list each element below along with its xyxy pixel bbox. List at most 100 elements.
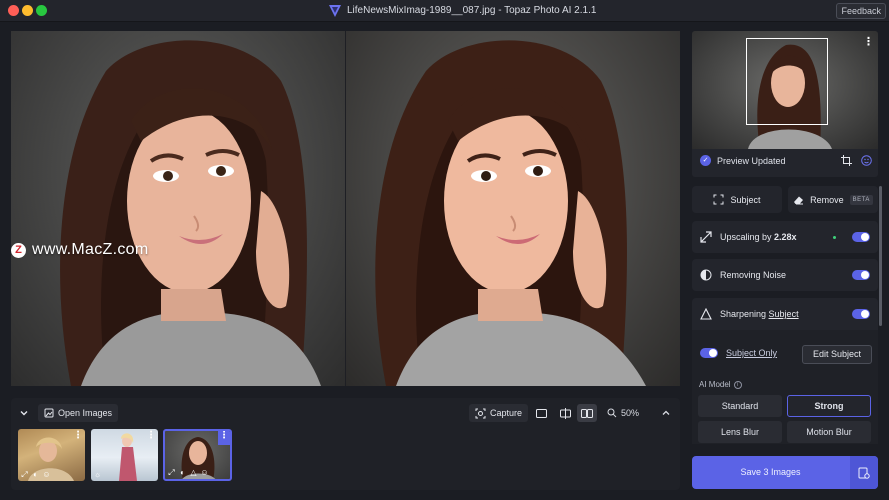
more-vertical-icon[interactable]: ⋮ xyxy=(218,431,230,445)
zoom-menu-button[interactable] xyxy=(657,404,675,422)
chevron-down-icon xyxy=(20,411,28,416)
model-standard-button[interactable]: Standard xyxy=(698,395,782,417)
portrait-original xyxy=(60,40,321,386)
face-detect-icon[interactable] xyxy=(861,155,872,166)
portrait-processed xyxy=(375,40,646,386)
original-image-pane[interactable]: Z www.MacZ.com xyxy=(11,31,345,386)
right-panel: ⋮ ✓ Preview Updated Subject Remove BETA xyxy=(689,31,881,500)
sharpening-settings: Subject Only Edit Subject AI Model i Sta… xyxy=(692,330,878,444)
model-strong-button[interactable]: Strong xyxy=(787,395,871,417)
zoom-level: 50% xyxy=(621,408,640,418)
sharpen-icon xyxy=(700,308,712,320)
sharpen-icon: △ xyxy=(190,468,197,477)
thumbnail[interactable]: ⋮ ☼ xyxy=(91,429,158,481)
active-indicator xyxy=(833,235,836,239)
save-images-button[interactable]: Save 3 Images xyxy=(692,456,849,489)
edit-subject-button[interactable]: Edit Subject xyxy=(802,345,872,364)
subject-label: Subject xyxy=(730,194,761,205)
subject-only-row: Subject Only xyxy=(700,348,777,358)
capture-label: Capture xyxy=(490,408,523,418)
macz-logo-icon: Z xyxy=(11,242,26,258)
watermark: Z www.MacZ.com xyxy=(11,241,149,259)
preview-status-text: Preview Updated xyxy=(717,155,786,166)
side-by-side-icon xyxy=(581,408,593,418)
single-view-button[interactable] xyxy=(531,404,551,422)
navigator-viewport-frame[interactable] xyxy=(746,38,828,125)
chevron-up-icon xyxy=(662,410,670,415)
thumbnail-status-icons: ⤢ ◐ △ ☺ xyxy=(167,468,209,477)
select-subject-button[interactable]: Subject xyxy=(692,186,782,213)
upscaling-factor: 2.28x xyxy=(774,232,797,242)
subject-select-icon xyxy=(713,194,724,205)
model-lens-blur-button[interactable]: Lens Blur xyxy=(698,421,782,443)
check-circle-icon: ✓ xyxy=(700,155,711,166)
ai-model-label: AI Model xyxy=(699,380,731,389)
split-view-button[interactable] xyxy=(555,404,575,422)
zoom-control[interactable]: 50% xyxy=(607,404,639,422)
info-icon[interactable]: i xyxy=(733,380,742,389)
window-title: LifeNewsMixImag-1989__087.jpg - Topaz Ph… xyxy=(347,5,597,16)
side-by-side-view-button[interactable] xyxy=(577,404,597,422)
noise-icon: ◐ xyxy=(180,468,185,477)
model-motion-blur-button[interactable]: Motion Blur xyxy=(787,421,871,443)
upscale-icon: ⤢ xyxy=(168,468,175,477)
image-preview[interactable]: Z www.MacZ.com xyxy=(11,31,680,386)
minimize-window-button[interactable] xyxy=(22,5,33,16)
upscale-icon xyxy=(700,231,712,243)
sharpening-target-link[interactable]: Subject xyxy=(769,309,799,319)
subject-only-toggle[interactable] xyxy=(700,348,718,358)
filmstrip: Open Images Capture 50% ⋮ ⤢ ◐ ☺ ⋮ ☼ ⋮ ⤢ … xyxy=(11,398,680,490)
crop-icon[interactable] xyxy=(841,155,852,166)
remove-noise-toggle[interactable] xyxy=(852,270,870,280)
noise-icon: ◐ xyxy=(33,470,38,479)
noise-icon xyxy=(700,269,712,281)
upscaling-card[interactable]: Upscaling by 2.28x xyxy=(692,221,878,253)
export-settings-button[interactable] xyxy=(850,456,878,489)
open-images-label: Open Images xyxy=(58,408,113,418)
face-icon: ☺ xyxy=(42,470,51,479)
thumbnail-status-icons: ☼ xyxy=(93,470,102,479)
navigator-image[interactable]: ⋮ xyxy=(692,31,878,149)
capture-icon xyxy=(475,408,486,418)
thumbnail-selected[interactable]: ⋮ ⤢ ◐ △ ☺ xyxy=(163,429,232,481)
sharpening-toggle[interactable] xyxy=(852,309,870,319)
ai-model-heading: AI Model i xyxy=(699,380,742,389)
upscale-icon: ⤢ xyxy=(21,470,28,479)
split-view-icon xyxy=(559,407,571,419)
remove-noise-card[interactable]: Removing Noise xyxy=(692,259,878,291)
save-bar: Save 3 Images xyxy=(692,456,878,489)
upscaling-toggle[interactable] xyxy=(852,232,870,242)
preview-status: ✓ Preview Updated xyxy=(700,155,786,166)
beta-badge: BETA xyxy=(849,194,873,205)
processed-image-pane[interactable] xyxy=(346,31,680,386)
remove-label: Remove xyxy=(810,194,844,205)
eraser-icon xyxy=(794,196,804,205)
thumbnail-status-icons: ⤢ ◐ ☺ xyxy=(20,470,51,479)
face-icon: ☺ xyxy=(200,468,209,477)
upscaling-label: Upscaling by 2.28x xyxy=(720,232,797,242)
remove-button[interactable]: Remove BETA xyxy=(788,186,878,213)
image-add-icon xyxy=(44,408,54,418)
navigator: ⋮ ✓ Preview Updated xyxy=(692,31,878,177)
more-vertical-icon[interactable]: ⋮ xyxy=(863,35,874,48)
subject-only-label[interactable]: Subject Only xyxy=(726,348,777,358)
export-settings-icon xyxy=(858,467,870,479)
title-bar: LifeNewsMixImag-1989__087.jpg - Topaz Ph… xyxy=(0,0,889,22)
thumbnail[interactable]: ⋮ ⤢ ◐ ☺ xyxy=(18,429,85,481)
zoom-icon xyxy=(607,408,617,418)
more-vertical-icon[interactable]: ⋮ xyxy=(73,431,83,443)
feedback-button[interactable]: Feedback xyxy=(836,3,886,19)
collapse-filmstrip-button[interactable] xyxy=(15,404,33,422)
capture-button[interactable]: Capture xyxy=(469,404,529,422)
open-images-button[interactable]: Open Images xyxy=(38,404,119,422)
zoom-window-button[interactable] xyxy=(36,5,47,16)
topaz-logo-icon xyxy=(329,5,341,17)
more-vertical-icon[interactable]: ⋮ xyxy=(146,431,156,443)
sharpening-label: Sharpening Subject xyxy=(720,309,799,319)
close-window-button[interactable] xyxy=(8,5,19,16)
light-icon: ☼ xyxy=(93,470,102,479)
watermark-text: www.MacZ.com xyxy=(32,241,149,258)
remove-noise-label: Removing Noise xyxy=(720,270,787,280)
panel-scrollbar[interactable] xyxy=(879,186,882,326)
sharpening-card[interactable]: Sharpening Subject xyxy=(692,298,878,330)
